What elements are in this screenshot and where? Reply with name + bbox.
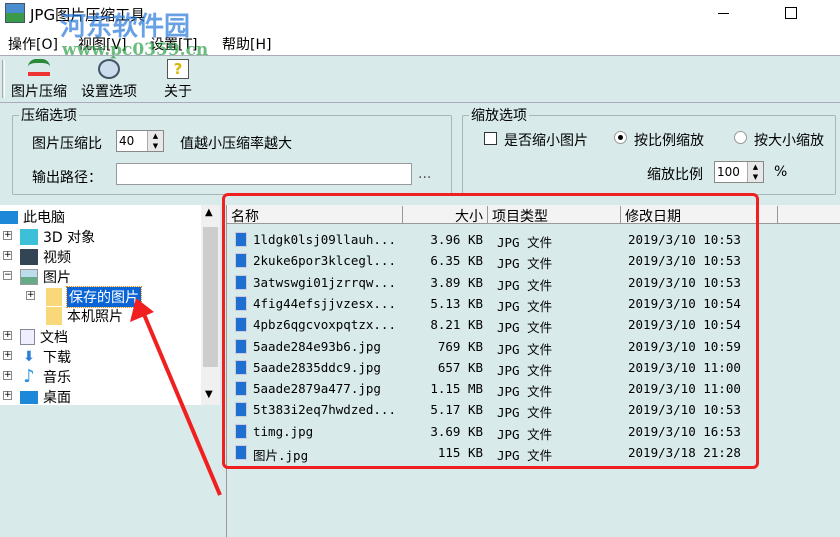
annotation-arrow [130, 298, 222, 496]
